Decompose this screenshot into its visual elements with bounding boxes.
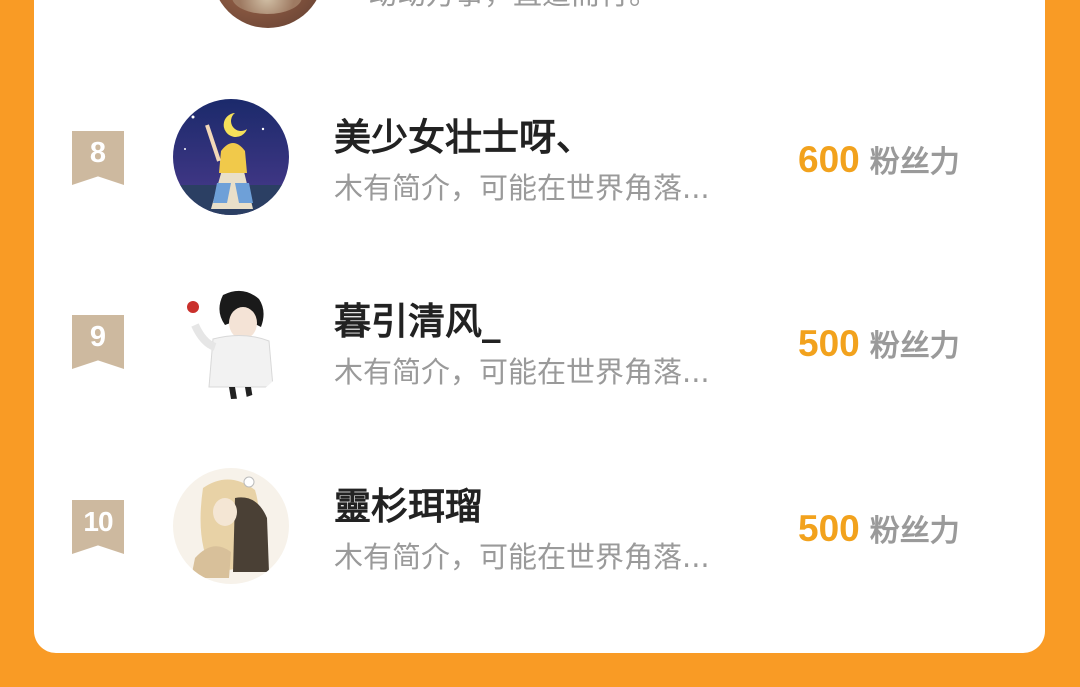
user-description: 木有简介，可能在世界角落... [334, 355, 710, 389]
avatar-anime-girl-sepia-icon [173, 468, 289, 584]
fans-count: 500 [798, 508, 860, 549]
avatar[interactable] [173, 99, 289, 215]
fans-score: 500 粉丝力 [798, 321, 960, 365]
fans-unit: 粉丝力 [869, 329, 960, 364]
rank-badge: 10 [72, 500, 124, 554]
rank-badge: 9 [72, 315, 124, 369]
fans-score: 500 粉丝力 [798, 506, 960, 550]
user-name[interactable]: 美少女壮士呀、 [334, 107, 593, 161]
list-item[interactable]: 9 暮引清风_ 木有简介，可能在世界角落... 500 粉丝力 [0, 279, 1080, 409]
avatar[interactable] [173, 283, 289, 399]
fans-score: 600 粉丝力 [798, 137, 960, 181]
avatar[interactable] [212, 0, 324, 28]
rank-badge: 8 [72, 131, 124, 185]
avatar-boy-with-apple-icon [173, 283, 289, 399]
user-description: 木有简介，可能在世界角落... [334, 171, 710, 205]
user-name[interactable]: 靈杉珥瑠 [334, 476, 482, 530]
user-description: 动动万事，直道而行。 [368, 0, 658, 18]
fans-unit: 粉丝力 [869, 145, 960, 180]
user-description: 木有简介，可能在世界角落... [334, 540, 710, 574]
list-item[interactable]: 10 靈杉珥瑠 木有简介，可能在世界角落... 500 粉丝力 [0, 464, 1080, 594]
fans-count: 600 [798, 139, 860, 180]
avatar[interactable] [173, 468, 289, 584]
list-item[interactable]: 8 美少女壮士呀、 木有简介，可能在世界角落... 600 粉丝力 [0, 95, 1080, 225]
user-name[interactable]: 暮引清风_ [334, 291, 501, 345]
fans-unit: 粉丝力 [869, 514, 960, 549]
avatar-sailor-moon-night-icon [173, 99, 289, 215]
fans-count: 500 [798, 323, 860, 364]
